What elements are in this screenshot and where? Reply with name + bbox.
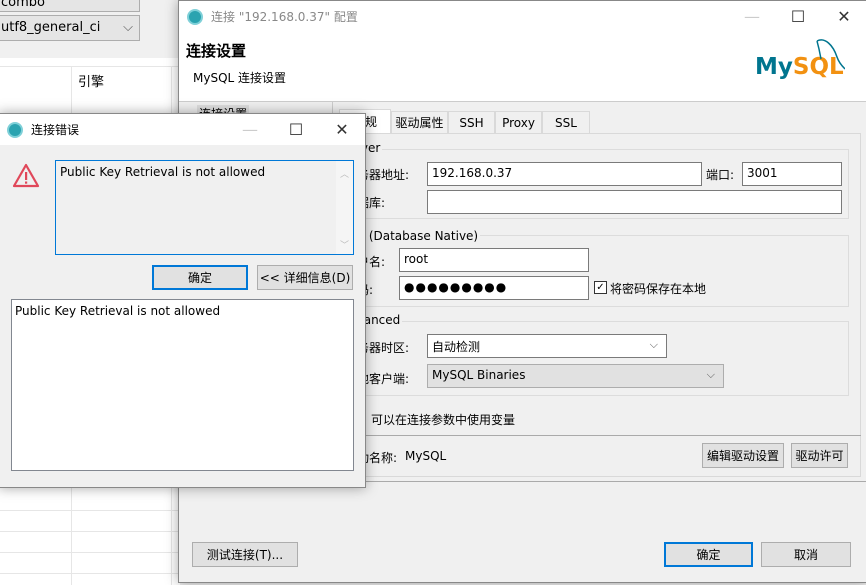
cancel-button[interactable]: 取消 bbox=[761, 542, 851, 567]
tab-ssh[interactable]: SSH bbox=[448, 111, 495, 133]
header-banner: 连接设置 MySQL 连接设置 MySQL bbox=[179, 32, 866, 102]
error-dialog-title: 连接错误 bbox=[31, 123, 80, 137]
client-select[interactable]: MySQL Binaries ⌵ bbox=[427, 364, 724, 388]
collation-select[interactable]: utf8_general_ci ⌵ bbox=[0, 15, 140, 41]
minimize-button[interactable]: — bbox=[227, 114, 273, 145]
collation-value: utf8_general_ci bbox=[1, 20, 101, 35]
title-bar: 连接 "192.168.0.37" 配置 — ☐ ✕ bbox=[179, 1, 866, 32]
username-input[interactable]: root bbox=[399, 248, 589, 272]
dialog-title: 连接 "192.168.0.37" 配置 bbox=[211, 10, 358, 24]
timezone-value: 自动检测 bbox=[432, 340, 481, 354]
variables-note: 可以在连接参数中使用变量 bbox=[371, 413, 516, 427]
app-logo-icon bbox=[7, 121, 23, 138]
minimize-button[interactable]: — bbox=[729, 1, 775, 32]
password-input[interactable]: ●●●●●●●●● bbox=[399, 276, 589, 300]
host-input[interactable]: 192.168.0.37 bbox=[427, 162, 702, 186]
maximize-button[interactable]: ☐ bbox=[273, 114, 319, 145]
chevron-down-icon: ⌵ bbox=[706, 368, 715, 381]
chevron-down-icon: ⌵ bbox=[123, 20, 133, 35]
tab-ssl[interactable]: SSL bbox=[542, 111, 590, 133]
driver-license-button[interactable]: 驱动许可 bbox=[791, 443, 848, 468]
error-message: Public Key Retrieval is not allowed bbox=[60, 165, 266, 179]
error-details-text[interactable]: Public Key Retrieval is not allowed bbox=[11, 299, 354, 471]
database-input[interactable] bbox=[427, 190, 842, 214]
save-password-checkbox[interactable]: ✓ bbox=[594, 281, 607, 294]
app-logo-icon bbox=[187, 8, 203, 25]
save-password-label[interactable]: 将密码保存在本地 bbox=[610, 280, 706, 297]
error-title-bar: 连接错误 — ☐ ✕ bbox=[0, 114, 365, 145]
port-label: 端口: bbox=[706, 168, 735, 182]
tab-proxy[interactable]: Proxy bbox=[495, 111, 542, 133]
driver-value: MySQL bbox=[405, 449, 447, 463]
maximize-button[interactable]: ☐ bbox=[775, 1, 821, 32]
edit-driver-button[interactable]: 编辑驱动设置 bbox=[702, 443, 784, 468]
scrollbar[interactable]: ︿ ﹀ bbox=[336, 161, 353, 254]
warning-icon bbox=[12, 163, 40, 188]
dolphin-icon bbox=[816, 39, 845, 70]
error-message-box[interactable]: Public Key Retrieval is not allowed ︿ ﹀ bbox=[55, 160, 354, 255]
chevron-down-icon: ⌵ bbox=[649, 338, 658, 351]
port-input[interactable]: 3001 bbox=[742, 162, 842, 186]
connection-error-dialog: 连接错误 — ☐ ✕ Public Key Retrieval is not a… bbox=[0, 113, 366, 488]
tab-driver-properties[interactable]: 驱动属性 bbox=[391, 111, 448, 133]
close-button[interactable]: ✕ bbox=[821, 1, 866, 32]
column-engine[interactable]: 引擎 bbox=[78, 71, 104, 90]
page-subheading: MySQL 连接设置 bbox=[193, 71, 287, 85]
details-button[interactable]: << 详细信息(D) bbox=[257, 265, 353, 290]
ok-button[interactable]: 确定 bbox=[664, 542, 753, 567]
close-button[interactable]: ✕ bbox=[319, 114, 365, 145]
client-value: MySQL Binaries bbox=[432, 368, 526, 382]
bg-combo[interactable]: combo bbox=[0, 0, 140, 12]
timezone-select[interactable]: 自动检测 ⌵ bbox=[427, 334, 667, 358]
error-ok-button[interactable]: 确定 bbox=[152, 265, 248, 290]
page-heading: 连接设置 bbox=[186, 42, 247, 60]
test-connection-button[interactable]: 测试连接(T)... bbox=[192, 542, 298, 567]
